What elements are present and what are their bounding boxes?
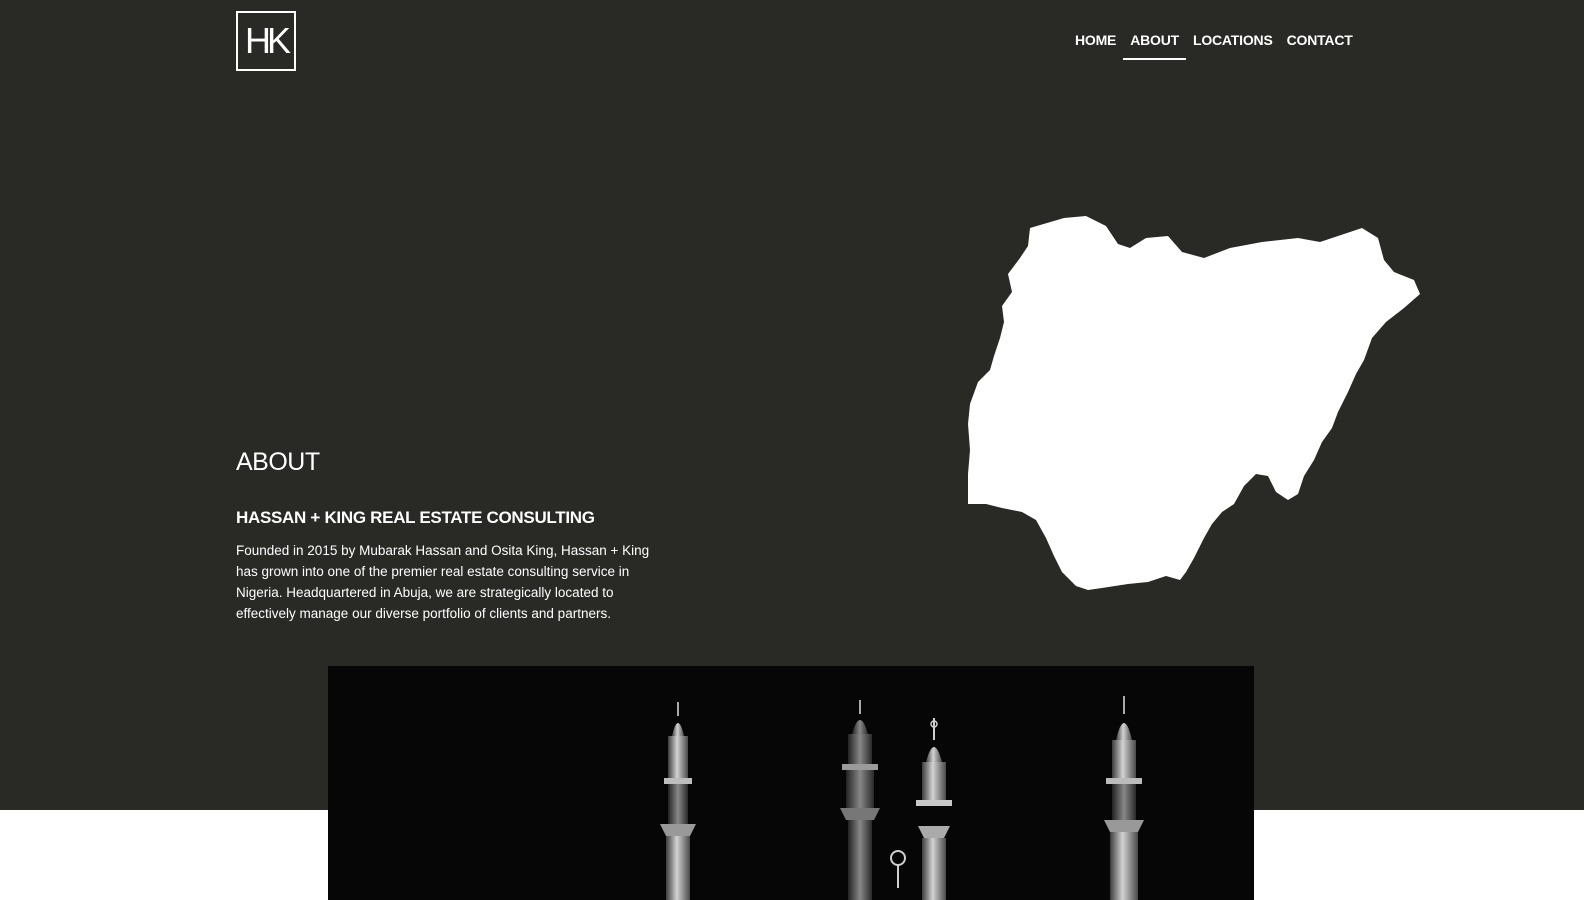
nav-home[interactable]: HOME xyxy=(1068,30,1123,60)
minaret-3 xyxy=(916,718,952,900)
nigeria-silhouette xyxy=(968,216,1420,590)
about-description: Founded in 2015 by Mubarak Hassan and Os… xyxy=(236,543,650,621)
nav-contact[interactable]: CONTACT xyxy=(1280,30,1360,60)
hk-logo[interactable]: HK xyxy=(236,11,296,71)
page: HK HOME ABOUT LOCATIONS CONTACT ABOUT HA… xyxy=(0,0,1584,900)
about-title: ABOUT xyxy=(236,448,320,476)
minaret-1 xyxy=(660,702,696,900)
crescent-ornament xyxy=(890,850,906,888)
nav-about[interactable]: ABOUT xyxy=(1123,30,1186,60)
mosque-minarets-photo xyxy=(328,666,1254,900)
minaret-4 xyxy=(1104,696,1144,900)
minarets-illustration-icon xyxy=(660,696,1144,900)
minaret-2 xyxy=(840,700,880,900)
nav-locations[interactable]: LOCATIONS xyxy=(1186,30,1280,60)
main-nav: HOME ABOUT LOCATIONS CONTACT xyxy=(1068,30,1360,60)
nigeria-map-icon xyxy=(968,216,1420,590)
company-heading: HASSAN + KING REAL ESTATE CONSULTING xyxy=(236,508,595,527)
